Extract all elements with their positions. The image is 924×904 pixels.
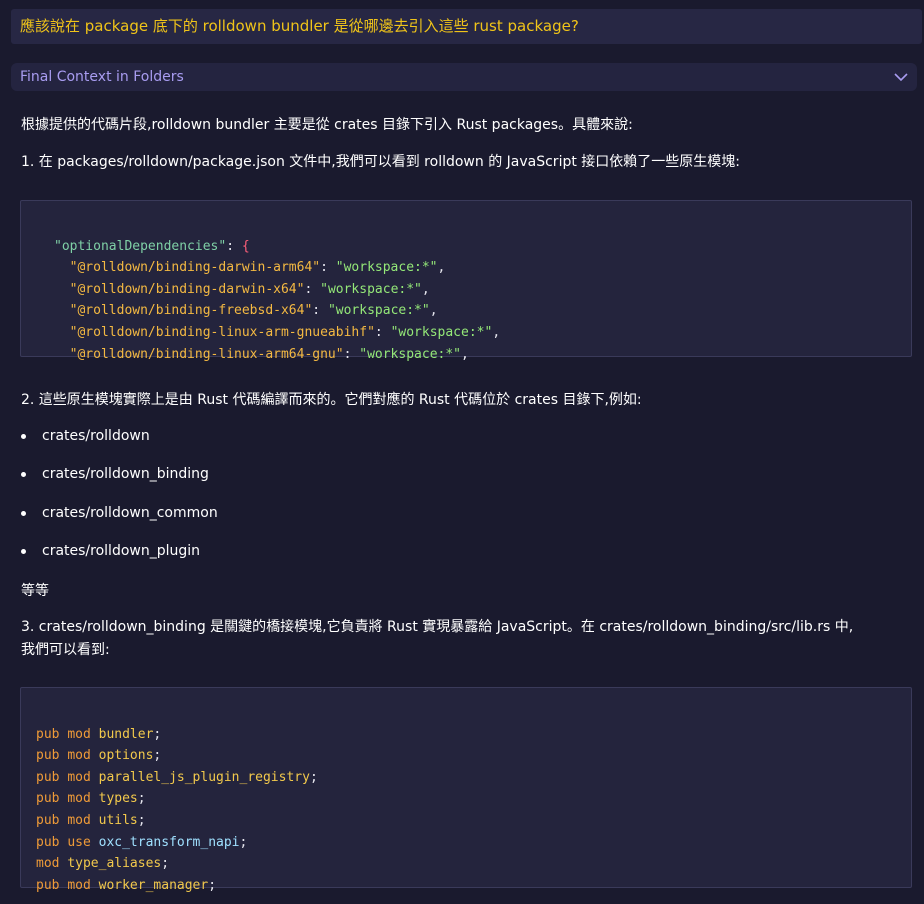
- code-line: "@rolldown/binding-freebsd-x64": "worksp…: [69, 303, 438, 319]
- bullet-dot: [21, 433, 26, 439]
- list-item: crates/rolldown_common: [21, 505, 218, 521]
- list-item: crates/rolldown_plugin: [21, 543, 200, 559]
- answer-etc: 等等: [21, 583, 49, 599]
- code-line: pub mod parallel_js_plugin_registry;: [36, 769, 318, 785]
- code-block-lib-rs: pub mod bundler; pub mod options; pub mo…: [20, 687, 912, 893]
- context-label: Final Context in Folders: [20, 69, 184, 85]
- answer-point-3: 3. crates/rolldown_binding 是關鍵的橋接模塊,它負責將…: [21, 619, 854, 635]
- code-block-package-json: "optionalDependencies": { "@rolldown/bin…: [20, 200, 912, 362]
- code-line: "@rolldown/binding-darwin-x64": "workspa…: [69, 281, 430, 297]
- answer-point-1: 1. 在 packages/rolldown/package.json 文件中,…: [21, 154, 740, 170]
- bullet-dot: [21, 548, 26, 554]
- code-line: pub mod utils;: [36, 812, 146, 828]
- code-line: pub mod worker_manager;: [36, 877, 217, 893]
- code-line: pub mod options;: [36, 748, 162, 764]
- answer-point-2: 2. 這些原生模塊實際上是由 Rust 代碼編譯而來的。它們對應的 Rust 代…: [21, 392, 642, 408]
- code-line: "@rolldown/binding-linux-arm-gnueabihf":…: [69, 324, 501, 340]
- code-line: mod type_aliases;: [36, 856, 170, 872]
- bullet-dot: [21, 471, 26, 477]
- code-line: "@rolldown/binding-darwin-arm64": "works…: [69, 260, 446, 276]
- code-line: "@rolldown/binding-linux-arm64-gnu": "wo…: [69, 346, 469, 362]
- code-line: pub use oxc_transform_napi;: [36, 834, 248, 850]
- list-item: crates/rolldown: [21, 428, 150, 444]
- list-item: crates/rolldown_binding: [21, 466, 209, 482]
- code-line: pub mod bundler;: [36, 726, 162, 742]
- chevron-down-icon: [894, 70, 908, 84]
- code-line: "optionalDependencies": {: [54, 238, 250, 254]
- code-line: pub mod types;: [36, 791, 146, 807]
- answer-point-3-cont: 我們可以看到:: [21, 642, 110, 658]
- user-question: 應該說在 package 底下的 rolldown bundler 是從哪邊去引…: [11, 9, 922, 44]
- chat-answer-view: 應該說在 package 底下的 rolldown bundler 是從哪邊去引…: [0, 0, 924, 904]
- answer-intro: 根據提供的代碼片段,rolldown bundler 主要是從 crates 目…: [21, 117, 633, 133]
- final-context-toggle[interactable]: Final Context in Folders: [11, 63, 917, 91]
- bullet-dot: [21, 510, 26, 516]
